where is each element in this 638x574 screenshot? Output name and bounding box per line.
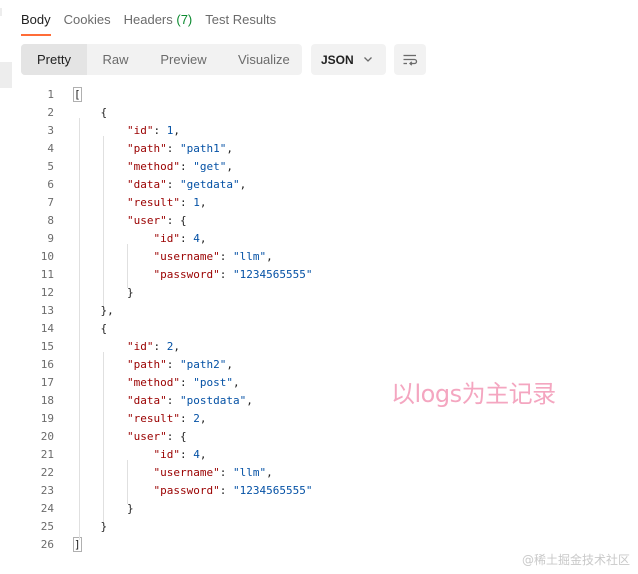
- code-text: "id": 4,: [153, 232, 207, 245]
- line-number: 1: [47, 88, 54, 101]
- code-line: 25 }: [20, 518, 630, 536]
- left-edge-highlight: [0, 62, 12, 88]
- code-line: 11 "password": "1234565555": [20, 266, 630, 284]
- view-mode-group: Pretty Raw Preview Visualize: [21, 44, 302, 75]
- json-code-view[interactable]: 1[2 {3 "id": 1, 4 "path": "path1", 5 "meth…: [20, 86, 630, 554]
- code-text: "data": "getdata",: [126, 178, 247, 191]
- line-number: 23: [40, 484, 54, 497]
- code-text: "id": 2,: [126, 340, 180, 353]
- code-text: "password": "1234565555": [153, 484, 313, 497]
- code-line: 15 "id": 2,: [20, 338, 630, 356]
- line-number: 21: [40, 448, 54, 461]
- code-line: 2 {: [20, 104, 630, 122]
- tab-headers[interactable]: Headers (7): [123, 0, 193, 27]
- line-number: 8: [47, 214, 54, 227]
- code-text: "method": "get",: [126, 160, 233, 173]
- line-number: 3: [47, 124, 54, 137]
- line-number: 20: [40, 430, 54, 443]
- raw-button[interactable]: Raw: [87, 44, 144, 75]
- tab-body[interactable]: Body: [21, 0, 51, 36]
- code-line: 3 "id": 1,: [20, 122, 630, 140]
- code-line: 23 "password": "1234565555": [20, 482, 630, 500]
- line-number: 14: [40, 322, 54, 335]
- code-line: 21 "id": 4,: [20, 446, 630, 464]
- code-text: "method": "post",: [126, 376, 240, 389]
- code-line: 6 "data": "getdata",: [20, 176, 630, 194]
- line-number: 24: [40, 502, 54, 515]
- tab-cookies[interactable]: Cookies: [63, 0, 111, 27]
- code-text: "path": "path1",: [126, 142, 233, 155]
- line-number: 26: [40, 538, 54, 551]
- code-text: "user": {: [126, 430, 187, 443]
- code-text: [: [73, 86, 82, 104]
- code-text: "data": "postdata",: [126, 394, 253, 407]
- format-select[interactable]: JSON: [311, 44, 386, 75]
- indent-guide: [127, 244, 128, 288]
- code-line: 8 "user": {: [20, 212, 630, 230]
- line-number: 10: [40, 250, 54, 263]
- line-number: 5: [47, 160, 54, 173]
- left-edge-line: [0, 8, 2, 16]
- open-bracket: [: [73, 87, 82, 102]
- tab-cookies-label: Cookies: [63, 12, 111, 27]
- response-panel: Body Cookies Headers (7) Test Results Pr…: [0, 0, 638, 574]
- code-line: 13 },: [20, 302, 630, 320]
- code-text: "result": 2,: [126, 412, 207, 425]
- chevron-down-icon: [364, 57, 372, 62]
- line-number: 17: [40, 376, 54, 389]
- wrap-lines-icon: [403, 54, 418, 66]
- headers-count-badge: (7): [176, 12, 193, 27]
- code-line: 7 "result": 1,: [20, 194, 630, 212]
- code-line: 16 "path": "path2",: [20, 356, 630, 374]
- response-tabs: Body Cookies Headers (7) Test Results: [21, 0, 289, 36]
- code-text: "path": "path2",: [126, 358, 233, 371]
- line-number: 9: [47, 232, 54, 245]
- code-text: "user": {: [126, 214, 187, 227]
- code-line: 22 "username": "llm",: [20, 464, 630, 482]
- code-text: "id": 4,: [153, 448, 207, 461]
- code-line: 19 "result": 2,: [20, 410, 630, 428]
- visualize-button[interactable]: Visualize: [223, 44, 302, 75]
- code-text: "id": 1,: [126, 124, 180, 137]
- corner-watermark: @稀土掘金技术社区: [521, 553, 630, 567]
- wrap-lines-button[interactable]: [394, 44, 426, 75]
- line-number: 16: [40, 358, 54, 371]
- code-line: 12 }: [20, 284, 630, 302]
- code-line: 9 "id": 4,: [20, 230, 630, 248]
- line-number: 2: [47, 106, 54, 119]
- tab-test-results-label: Test Results: [205, 12, 277, 27]
- tab-headers-label: Headers: [123, 12, 173, 27]
- line-number: 22: [40, 466, 54, 479]
- indent-guide: [127, 460, 128, 504]
- left-edge-strip: [0, 0, 12, 574]
- line-number: 4: [47, 142, 54, 155]
- code-line: 1[: [20, 86, 630, 104]
- tab-test-results[interactable]: Test Results: [205, 0, 277, 27]
- line-number: 11: [40, 268, 54, 281]
- line-number: 19: [40, 412, 54, 425]
- code-text: "password": "1234565555": [153, 268, 313, 281]
- code-line: 10 "username": "llm",: [20, 248, 630, 266]
- code-line: 24 }: [20, 500, 630, 518]
- code-line: 5 "method": "get",: [20, 158, 630, 176]
- indent-guide: [103, 352, 104, 522]
- tab-body-label: Body: [21, 12, 51, 27]
- code-line: 4 "path": "path1",: [20, 140, 630, 158]
- format-select-value: JSON: [321, 52, 354, 67]
- line-number: 18: [40, 394, 54, 407]
- watermark-text: 以logs为主记录: [391, 380, 556, 408]
- pretty-button[interactable]: Pretty: [21, 44, 87, 75]
- code-text: "result": 1,: [126, 196, 207, 209]
- line-number: 12: [40, 286, 54, 299]
- line-number: 13: [40, 304, 54, 317]
- line-number: 7: [47, 196, 54, 209]
- code-line: 14 {: [20, 320, 630, 338]
- line-number: 25: [40, 520, 54, 533]
- preview-button[interactable]: Preview: [144, 44, 223, 75]
- code-line: 20 "user": {: [20, 428, 630, 446]
- indent-guide: [103, 136, 104, 306]
- line-number: 6: [47, 178, 54, 191]
- indent-guide: [79, 118, 80, 540]
- line-number: 15: [40, 340, 54, 353]
